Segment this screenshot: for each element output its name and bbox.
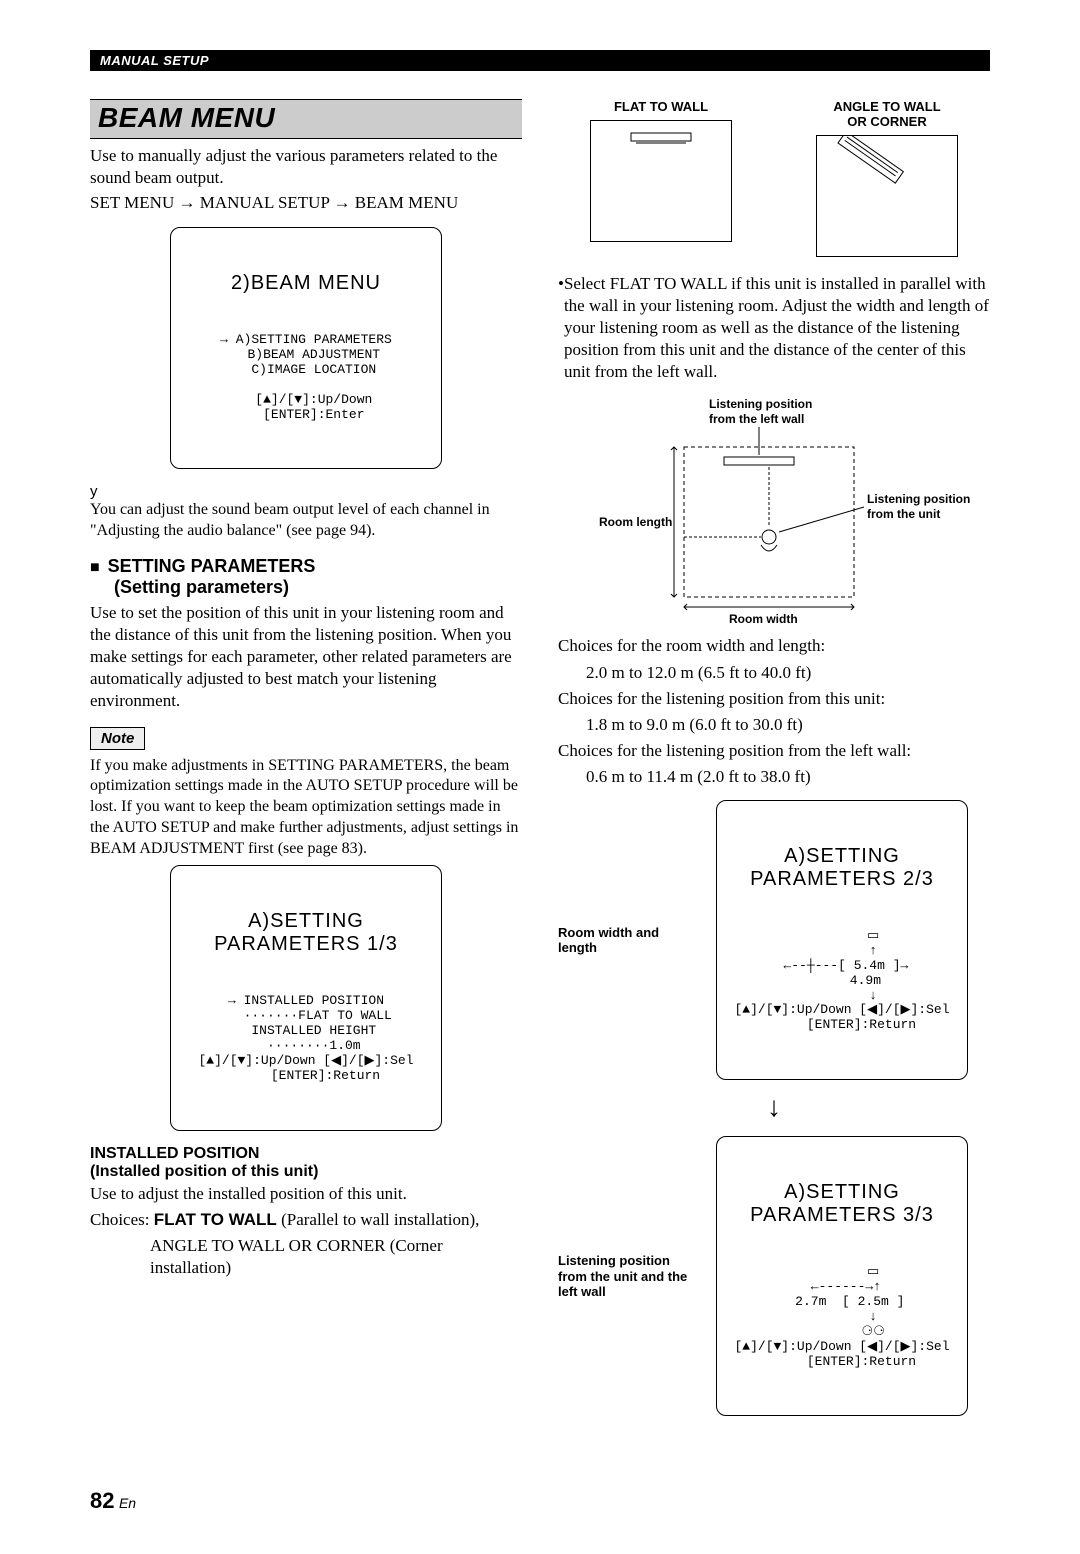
lcd-sp2-row: Room width and length A)SETTING PARAMETE… <box>558 800 990 1080</box>
page-lang: En <box>119 1495 136 1511</box>
note-label: Note <box>90 727 145 750</box>
lcd-sp3-title: A)SETTING PARAMETERS 3/3 <box>727 1181 957 1227</box>
lcd-sp3-row: Listening position from the unit and the… <box>558 1136 990 1416</box>
page-number: 82 En <box>90 1488 990 1514</box>
choice-row3-val: 0.6 m to 11.4 m (2.0 ft to 38.0 ft) <box>558 766 990 788</box>
section-setting-head2: (Setting parameters) <box>114 577 289 597</box>
install-diagrams: FLAT TO WALL ANGLE TO WALL OR CORNER <box>558 99 990 257</box>
choices-label: Choices: <box>90 1210 154 1229</box>
tip-text: You can adjust the sound beam output lev… <box>90 500 522 542</box>
choices-block: Choices for the room width and length: 2… <box>558 635 990 788</box>
note-body: If you make adjustments in SETTING PARAM… <box>90 756 522 860</box>
page-title-box: BEAM MENU <box>90 99 522 139</box>
choice-flat: FLAT TO WALL <box>154 1210 277 1229</box>
room-diagram: Listening position from the left wall Li… <box>624 397 924 627</box>
lcd-beam-menu: 2)BEAM MENU → A)SETTING PARAMETERS B)BEA… <box>170 227 442 469</box>
installed-position-head: INSTALLED POSITION (Installed position o… <box>90 1145 522 1181</box>
section-setting-head1: SETTING PARAMETERS <box>108 556 316 576</box>
lcd-body: → A)SETTING PARAMETERS B)BEAM ADJUSTMENT… <box>181 333 431 423</box>
lcd-sp1-body: → INSTALLED POSITION ·······FLAT TO WALL… <box>181 994 431 1084</box>
page-title: BEAM MENU <box>98 102 514 134</box>
label-lp-unit: Listening position from the unit <box>867 492 970 521</box>
label-room-length: Room length <box>599 515 672 529</box>
lcd-sp2-title: A)SETTING PARAMETERS 2/3 <box>727 845 957 891</box>
lcd-sp2-label: Room width and length <box>558 925 698 956</box>
installed-position-choices: Choices: FLAT TO WALL (Parallel to wall … <box>90 1209 522 1231</box>
choice-angle: ANGLE TO WALL OR CORNER (Corner installa… <box>90 1235 522 1279</box>
lcd-sp3-body: ▭ ←------→↑ 2.7m [ 2.5m ] ↓ ⚆⚆ [▲]/[▼]:U… <box>727 1265 957 1370</box>
diagram-angle-box <box>816 135 958 257</box>
crumb-2: MANUAL SETUP <box>200 193 330 212</box>
section-setting-head: ■ SETTING PARAMETERS (Setting parameters) <box>90 556 522 598</box>
choice-row1-val: 2.0 m to 12.0 m (6.5 ft to 40.0 ft) <box>558 662 990 684</box>
choice-flat-rest: (Parallel to wall installation), <box>277 1210 480 1229</box>
diagram-flat-box <box>590 120 732 242</box>
section-setting-body: Use to set the position of this unit in … <box>90 602 522 712</box>
flat-to-wall-text: Select FLAT TO WALL if this unit is inst… <box>564 273 990 383</box>
choice-row2-val: 1.8 m to 9.0 m (6.0 ft to 30.0 ft) <box>558 714 990 736</box>
diagram-angle-label: ANGLE TO WALL OR CORNER <box>816 99 958 129</box>
label-lp-left: Listening position from the left wall <box>709 397 812 426</box>
choice-row3: Choices for the listening position from … <box>558 740 990 762</box>
right-column: FLAT TO WALL ANGLE TO WALL OR CORNER <box>558 99 990 1428</box>
lcd-sp2: A)SETTING PARAMETERS 2/3 ▭ ↑ ←--┼---[ 5.… <box>716 800 968 1080</box>
installed-position-h2: (Installed position of this unit) <box>90 1163 318 1180</box>
flat-to-wall-bullet: • Select FLAT TO WALL if this unit is in… <box>558 273 990 383</box>
lcd-sp2-body: ▭ ↑ ←--┼---[ 5.4m ]→ 4.9m ↓ [▲]/[▼]:Up/D… <box>727 929 957 1034</box>
diagram-angle: ANGLE TO WALL OR CORNER <box>816 99 958 257</box>
crumb-3: BEAM MENU <box>355 193 458 212</box>
label-room-width: Room width <box>729 612 798 626</box>
header-bar: MANUAL SETUP <box>90 50 990 71</box>
page-number-value: 82 <box>90 1488 114 1513</box>
diagram-flat: FLAT TO WALL <box>590 99 732 242</box>
lcd-sp1: A)SETTING PARAMETERS 1/3 → INSTALLED POS… <box>170 865 442 1130</box>
breadcrumb: SET MENU → MANUAL SETUP → BEAM MENU <box>90 193 522 213</box>
installed-position-h1: INSTALLED POSITION <box>90 1145 259 1162</box>
diagram-flat-label: FLAT TO WALL <box>590 99 732 114</box>
crumb-1: SET MENU <box>90 193 174 212</box>
lcd-sp3: A)SETTING PARAMETERS 3/3 ▭ ←------→↑ 2.7… <box>716 1136 968 1416</box>
lcd-sp1-title: A)SETTING PARAMETERS 1/3 <box>181 910 431 956</box>
intro-text: Use to manually adjust the various param… <box>90 145 522 189</box>
square-bullet-icon: ■ <box>90 559 100 576</box>
lcd-title: 2)BEAM MENU <box>181 272 431 295</box>
down-arrow-icon: ↓ <box>558 1092 990 1124</box>
tip-icon: y <box>90 483 522 500</box>
lcd-sp3-label: Listening position from the unit and the… <box>558 1253 698 1300</box>
choice-row1: Choices for the room width and length: <box>558 635 990 657</box>
installed-position-body: Use to adjust the installed position of … <box>90 1183 522 1205</box>
left-column: BEAM MENU Use to manually adjust the var… <box>90 99 522 1428</box>
choice-row2: Choices for the listening position from … <box>558 688 990 710</box>
